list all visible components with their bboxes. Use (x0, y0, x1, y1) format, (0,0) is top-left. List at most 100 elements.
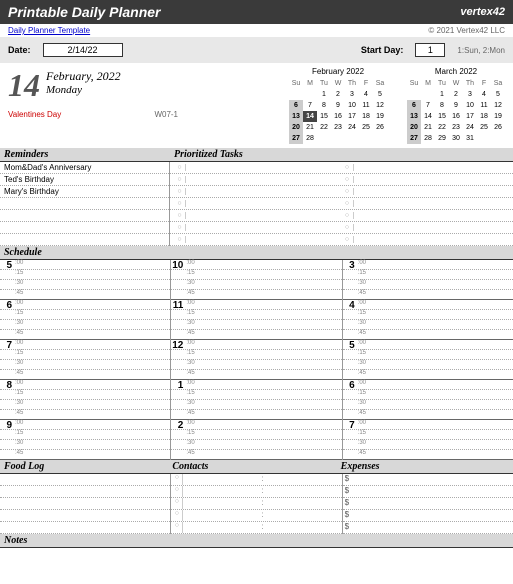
schedule-slot[interactable]: :30 (343, 400, 513, 410)
contact-row[interactable]: ○: (171, 474, 341, 486)
schedule-slot[interactable]: 8:00 (0, 380, 170, 390)
list-item[interactable] (0, 486, 170, 498)
schedule-slot[interactable]: :30 (343, 360, 513, 370)
list-item[interactable] (0, 198, 169, 210)
schedule-slot[interactable]: :15 (0, 270, 170, 280)
template-link[interactable]: Daily Planner Template (8, 26, 90, 35)
schedule-slot[interactable]: :15 (171, 270, 341, 280)
schedule-slot[interactable]: :45 (171, 370, 341, 380)
list-item[interactable] (0, 210, 169, 222)
holiday-text: Valentines Day (8, 110, 61, 119)
schedule-slot[interactable]: :45 (171, 410, 341, 420)
schedule-slot[interactable]: 1:00 (171, 380, 341, 390)
schedule-slot[interactable]: :45 (343, 370, 513, 380)
list-item[interactable] (0, 510, 170, 522)
list-item[interactable]: Mom&Dad's Anniversary (0, 162, 169, 174)
schedule-slot[interactable]: :45 (171, 290, 341, 300)
schedule-slot[interactable]: :30 (0, 440, 170, 450)
schedule-slot[interactable]: :45 (0, 330, 170, 340)
schedule-slot[interactable]: 7:00 (0, 340, 170, 350)
schedule-slot[interactable]: :15 (343, 350, 513, 360)
task-row[interactable]: ○○ (170, 198, 513, 210)
schedule-slot[interactable]: :15 (343, 390, 513, 400)
schedule-slot[interactable]: :15 (343, 430, 513, 440)
schedule-slot[interactable]: 12:00 (171, 340, 341, 350)
task-row[interactable]: ○○ (170, 234, 513, 246)
schedule-slot[interactable]: :45 (171, 330, 341, 340)
startday-input[interactable] (415, 43, 445, 57)
task-row[interactable]: ○○ (170, 162, 513, 174)
schedule-slot[interactable]: :15 (171, 430, 341, 440)
schedule-slot[interactable]: :30 (0, 400, 170, 410)
expense-row[interactable]: $ (343, 486, 513, 498)
schedule-slot[interactable]: :30 (343, 280, 513, 290)
schedule-slot[interactable]: :30 (0, 360, 170, 370)
schedule-slot[interactable]: 9:00 (0, 420, 170, 430)
schedule-slot[interactable]: 3:00 (343, 260, 513, 270)
task-row[interactable]: ○○ (170, 222, 513, 234)
schedule-slot[interactable]: 11:00 (171, 300, 341, 310)
list-item[interactable] (0, 234, 169, 246)
schedule-slot[interactable]: :30 (171, 440, 341, 450)
schedule-slot[interactable]: :30 (171, 360, 341, 370)
schedule-slot[interactable]: :45 (0, 370, 170, 380)
startday-hint: 1:Sun, 2:Mon (457, 46, 505, 55)
task-row[interactable]: ○○ (170, 174, 513, 186)
schedule-slot[interactable]: :45 (343, 290, 513, 300)
list-item[interactable] (0, 222, 169, 234)
schedule-slot[interactable]: :30 (171, 280, 341, 290)
contact-row[interactable]: ○: (171, 510, 341, 522)
schedule-label: Schedule (4, 247, 42, 258)
schedule-slot[interactable]: :45 (0, 450, 170, 460)
schedule-slot[interactable]: :30 (0, 280, 170, 290)
schedule-slot[interactable]: 6:00 (343, 380, 513, 390)
schedule-slot[interactable]: :45 (0, 410, 170, 420)
schedule-slot[interactable]: :45 (343, 450, 513, 460)
schedule-slot[interactable]: :15 (171, 310, 341, 320)
schedule-slot[interactable]: :30 (171, 400, 341, 410)
hour-block: 7:00:15:30:45 (0, 340, 170, 380)
schedule-slot[interactable]: 5:00 (0, 260, 170, 270)
schedule-slot[interactable]: :15 (343, 270, 513, 280)
reminders-col: Mom&Dad's AnniversaryTed's BirthdayMary'… (0, 162, 170, 246)
schedule-slot[interactable]: 5:00 (343, 340, 513, 350)
expense-row[interactable]: $ (343, 498, 513, 510)
schedule-slot[interactable]: 10:00 (171, 260, 341, 270)
date-input[interactable] (43, 43, 123, 57)
notes-area[interactable] (0, 548, 513, 563)
schedule-slot[interactable]: :15 (171, 350, 341, 360)
task-row[interactable]: ○○ (170, 210, 513, 222)
schedule-slot[interactable]: :15 (0, 430, 170, 440)
hour-block: 5:00:15:30:45 (0, 260, 170, 300)
contact-row[interactable]: ○: (171, 498, 341, 510)
schedule-slot[interactable]: :15 (171, 390, 341, 400)
schedule-slot[interactable]: :30 (343, 440, 513, 450)
expense-row[interactable]: $ (343, 474, 513, 486)
schedule-slot[interactable]: :15 (0, 390, 170, 400)
schedule-slot[interactable]: :45 (343, 410, 513, 420)
schedule-slot[interactable]: :15 (0, 350, 170, 360)
schedule-slot[interactable]: :15 (343, 310, 513, 320)
list-item[interactable] (0, 474, 170, 486)
task-row[interactable]: ○○ (170, 186, 513, 198)
list-item[interactable]: Ted's Birthday (0, 174, 169, 186)
expense-row[interactable]: $ (343, 522, 513, 534)
schedule-slot[interactable]: :45 (0, 290, 170, 300)
schedule-slot[interactable]: :30 (0, 320, 170, 330)
schedule-slot[interactable]: 6:00 (0, 300, 170, 310)
schedule-slot[interactable]: :45 (171, 450, 341, 460)
schedule-slot[interactable]: :15 (0, 310, 170, 320)
expense-row[interactable]: $ (343, 510, 513, 522)
schedule-slot[interactable]: 2:00 (171, 420, 341, 430)
schedule-slot[interactable]: 4:00 (343, 300, 513, 310)
schedule-slot[interactable]: :30 (343, 320, 513, 330)
list-item[interactable] (0, 522, 170, 534)
contact-row[interactable]: ○: (171, 522, 341, 534)
list-item[interactable]: Mary's Birthday (0, 186, 169, 198)
schedule-slot[interactable]: 7:00 (343, 420, 513, 430)
list-item[interactable] (0, 498, 170, 510)
month-year: February, 2022 (46, 69, 121, 84)
schedule-slot[interactable]: :45 (343, 330, 513, 340)
schedule-slot[interactable]: :30 (171, 320, 341, 330)
contact-row[interactable]: ○: (171, 486, 341, 498)
